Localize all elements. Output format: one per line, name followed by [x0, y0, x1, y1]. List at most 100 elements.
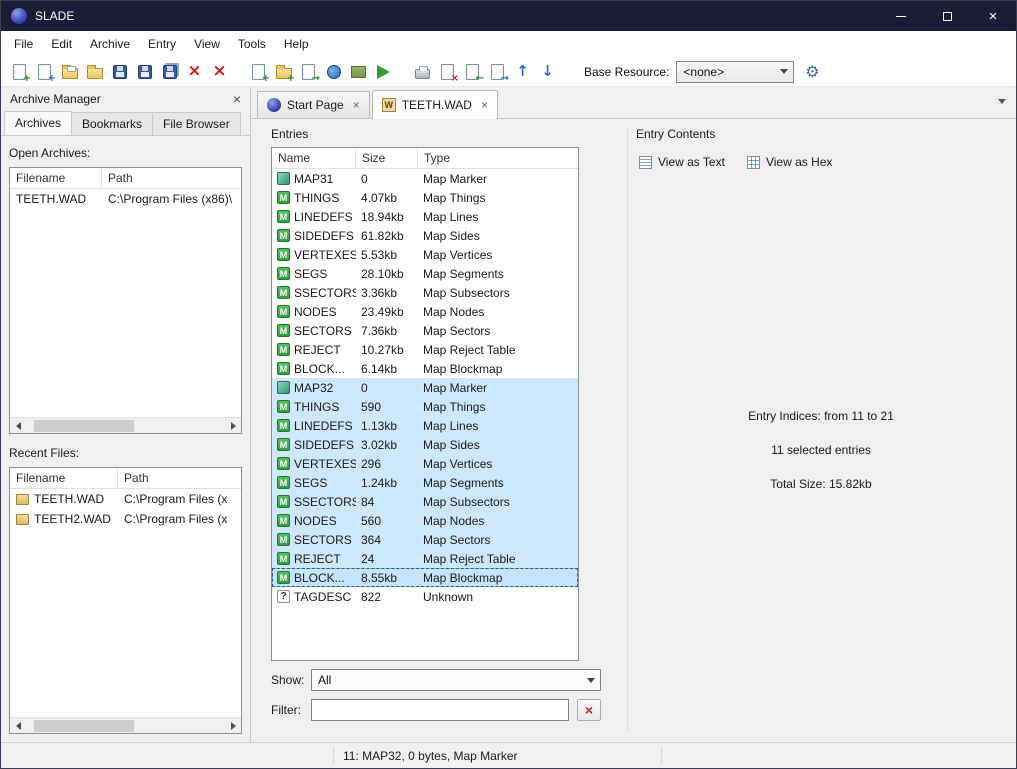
base-resource-settings-button[interactable]: ⚙: [800, 60, 824, 84]
close-all-icon[interactable]: ×: [207, 60, 232, 84]
view-as-hex-button[interactable]: View as Hex: [744, 153, 835, 171]
menu-help[interactable]: Help: [275, 32, 318, 56]
entry-row[interactable]: MREJECT10.27kbMap Reject Table: [272, 340, 578, 359]
entry-row[interactable]: MSSECTORS84Map Subsectors: [272, 492, 578, 511]
recent-file-row[interactable]: TEETH.WADC:\Program Files (x: [10, 489, 241, 509]
close-button[interactable]: ×: [970, 1, 1016, 31]
entry-row[interactable]: MSECTORS364Map Sectors: [272, 530, 578, 549]
entry-type: Map Marker: [418, 381, 578, 395]
export-entry-icon[interactable]: →: [485, 60, 510, 84]
entry-row[interactable]: MTHINGS590Map Things: [272, 397, 578, 416]
tab-close-icon[interactable]: ×: [481, 99, 488, 111]
tab-teeth-wad[interactable]: WTEETH.WAD×: [372, 90, 498, 119]
new-archive-icon[interactable]: +: [7, 60, 32, 84]
entry-name-cell: MTHINGS: [272, 400, 356, 414]
map-entry-icon: [277, 172, 290, 185]
column-header-name[interactable]: Name: [272, 148, 356, 168]
show-dropdown[interactable]: All: [311, 669, 601, 691]
entry-row[interactable]: MSSECTORS3.36kbMap Subsectors: [272, 283, 578, 302]
entry-size: 24: [356, 552, 418, 566]
entry-name-cell: MNODES: [272, 305, 356, 319]
open-archive-row[interactable]: TEETH.WADC:\Program Files (x86)\: [10, 189, 241, 209]
column-header-type[interactable]: Type: [418, 148, 578, 168]
filter-input[interactable]: [311, 699, 569, 721]
sidebar-tab-file-browser[interactable]: File Browser: [152, 112, 241, 135]
entry-size: 296: [356, 457, 418, 471]
entry-row[interactable]: MAP310Map Marker: [272, 169, 578, 188]
save-as-icon[interactable]: [132, 60, 157, 84]
entry-row[interactable]: MSEGS1.24kbMap Segments: [272, 473, 578, 492]
open-archives-hscrollbar[interactable]: [10, 417, 241, 433]
scroll-right-icon[interactable]: [225, 418, 241, 433]
entry-row[interactable]: MVERTEXES5.53kbMap Vertices: [272, 245, 578, 264]
scroll-left-icon[interactable]: [10, 718, 26, 733]
scrollbar-thumb[interactable]: [34, 420, 134, 432]
new-directory-icon[interactable]: +: [271, 60, 296, 84]
start-page-icon: [267, 98, 281, 112]
entry-row[interactable]: MNODES560Map Nodes: [272, 511, 578, 530]
entry-row[interactable]: MREJECT24Map Reject Table: [272, 549, 578, 568]
column-header-filename[interactable]: Filename: [10, 468, 118, 488]
menu-view[interactable]: View: [185, 32, 229, 56]
entry-row[interactable]: MLINEDEFS1.13kbMap Lines: [272, 416, 578, 435]
sidebar-tab-archives[interactable]: Archives: [4, 111, 72, 135]
printer-icon[interactable]: [410, 60, 435, 84]
open-directory-icon[interactable]: [82, 60, 107, 84]
new-entry-icon[interactable]: +: [246, 60, 271, 84]
recent-file-row[interactable]: TEETH2.WADC:\Program Files (x: [10, 509, 241, 529]
column-header-path[interactable]: Path: [102, 168, 241, 188]
entry-row[interactable]: MTHINGS4.07kbMap Things: [272, 188, 578, 207]
new-zip-archive-icon[interactable]: +: [32, 60, 57, 84]
clear-filter-button[interactable]: ×: [577, 699, 601, 721]
texture-editor-icon[interactable]: [346, 60, 371, 84]
scroll-left-icon[interactable]: [10, 418, 26, 433]
column-header-path[interactable]: Path: [118, 468, 241, 488]
save-all-icon[interactable]: [157, 60, 182, 84]
save-icon[interactable]: [107, 60, 132, 84]
import-entry-icon[interactable]: ←: [460, 60, 485, 84]
menu-archive[interactable]: Archive: [81, 32, 139, 56]
entry-row[interactable]: MAP320Map Marker: [272, 378, 578, 397]
import-files-icon[interactable]: →: [296, 60, 321, 84]
move-up-icon[interactable]: ↑: [510, 60, 535, 84]
entry-type: Map Blockmap: [418, 571, 578, 585]
entry-row[interactable]: MSIDEDEFS61.82kbMap Sides: [272, 226, 578, 245]
entry-row[interactable]: MVERTEXES296Map Vertices: [272, 454, 578, 473]
mapdata-entry-icon: M: [277, 210, 290, 223]
sidebar-tab-bookmarks[interactable]: Bookmarks: [71, 112, 153, 135]
move-down-icon[interactable]: ↓: [535, 60, 560, 84]
scroll-right-icon[interactable]: [225, 718, 241, 733]
menu-file[interactable]: File: [5, 32, 42, 56]
column-header-size[interactable]: Size: [356, 148, 418, 168]
tab-start-page[interactable]: Start Page×: [257, 91, 370, 118]
mapdata-entry-icon: M: [277, 438, 290, 451]
scrollbar-thumb[interactable]: [34, 720, 134, 732]
entry-row[interactable]: MLINEDEFS18.94kbMap Lines: [272, 207, 578, 226]
tab-list-dropdown-icon[interactable]: [998, 99, 1006, 104]
menu-tools[interactable]: Tools: [229, 32, 275, 56]
column-header-filename[interactable]: Filename: [10, 168, 102, 188]
close-icon: ×: [989, 9, 998, 24]
entry-row[interactable]: ?TAGDESC822Unknown: [272, 587, 578, 606]
minimize-button[interactable]: [878, 1, 924, 31]
base-resource-dropdown[interactable]: <none>: [676, 61, 794, 83]
entry-row[interactable]: MBLOCK...8.55kbMap Blockmap: [272, 568, 578, 587]
entry-row[interactable]: MBLOCK...6.14kbMap Blockmap: [272, 359, 578, 378]
delete-entry-icon[interactable]: ×: [435, 60, 460, 84]
entry-type: Map Segments: [418, 267, 578, 281]
entry-row[interactable]: MSEGS28.10kbMap Segments: [272, 264, 578, 283]
close-archive-icon[interactable]: ×: [182, 60, 207, 84]
tab-close-icon[interactable]: ×: [353, 99, 360, 111]
entry-row[interactable]: MSECTORS7.36kbMap Sectors: [272, 321, 578, 340]
recent-files-hscrollbar[interactable]: [10, 717, 241, 733]
maximize-button[interactable]: [924, 1, 970, 31]
entry-row[interactable]: MNODES23.49kbMap Nodes: [272, 302, 578, 321]
globe-icon[interactable]: [321, 60, 346, 84]
open-archive-icon[interactable]: [57, 60, 82, 84]
view-as-text-button[interactable]: View as Text: [636, 153, 728, 171]
entry-row[interactable]: MSIDEDEFS3.02kbMap Sides: [272, 435, 578, 454]
menu-entry[interactable]: Entry: [139, 32, 185, 56]
menu-edit[interactable]: Edit: [42, 32, 81, 56]
archive-manager-close-icon[interactable]: ×: [233, 92, 241, 106]
map-editor-icon[interactable]: [371, 60, 396, 84]
